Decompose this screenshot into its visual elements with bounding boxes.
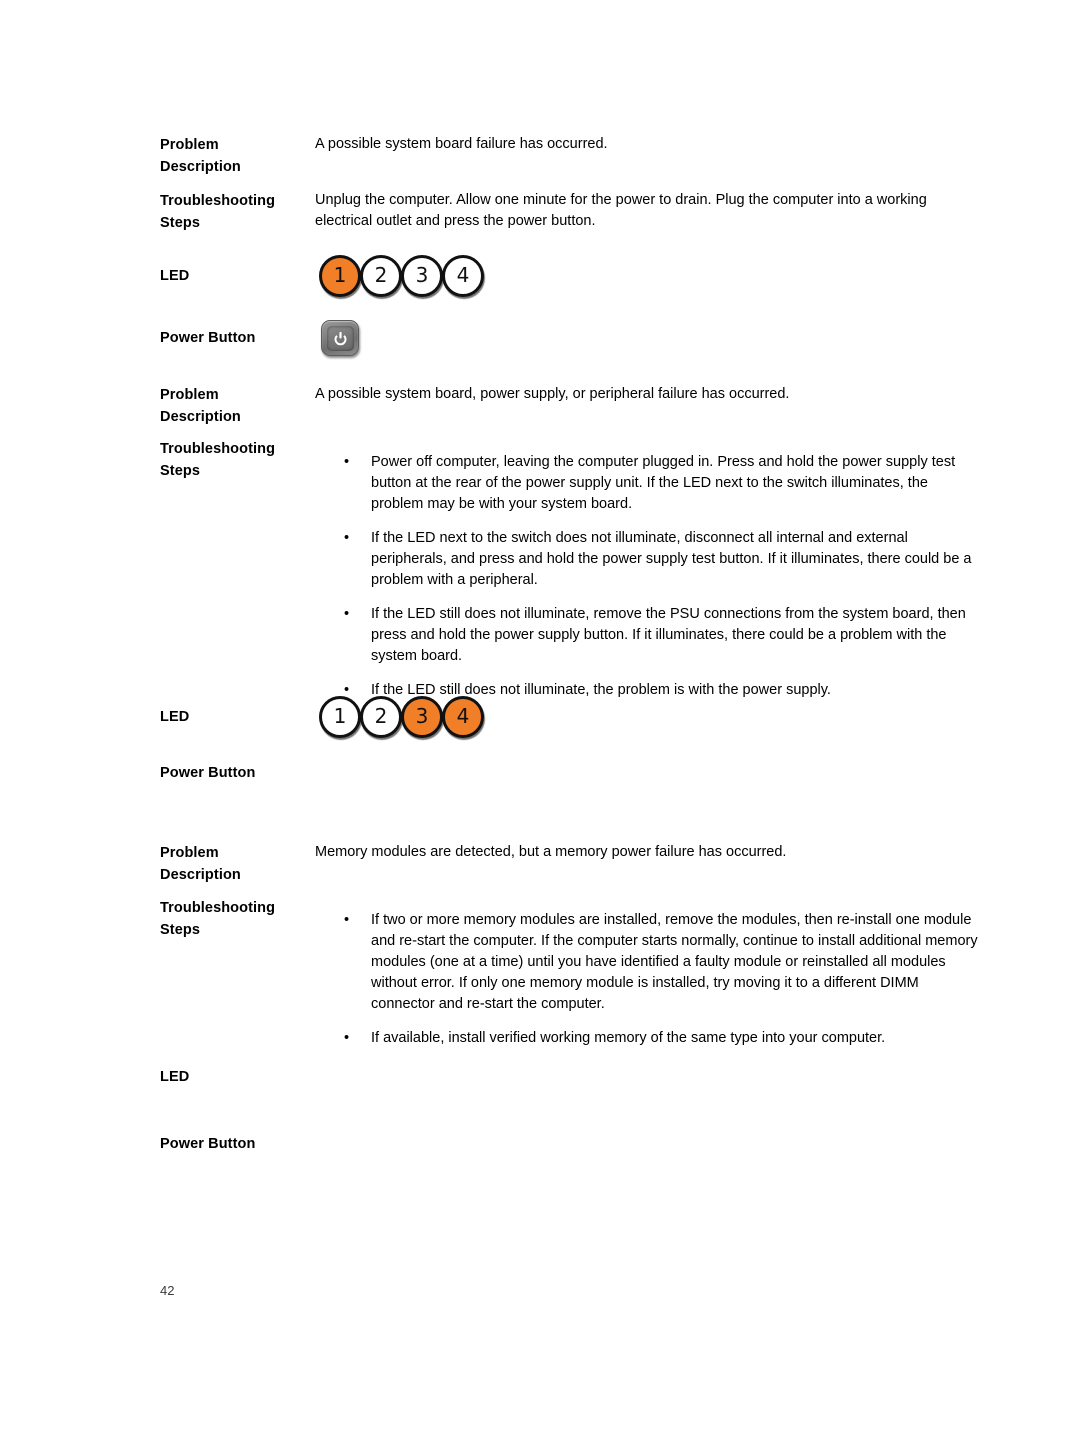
- led-light-number: 1: [333, 704, 347, 728]
- led-row-3: LED: [160, 1066, 980, 1088]
- bullet-icon: •: [344, 912, 350, 928]
- list-item: • If the LED still does not illuminate, …: [315, 604, 980, 667]
- problem-description-row-1: Problem Description A possible system bo…: [160, 134, 960, 178]
- led-light-2: 2: [360, 696, 402, 738]
- led-label-2: LED: [160, 706, 315, 728]
- troubleshooting-paragraph-1: Unplug the computer. Allow one minute fo…: [315, 192, 927, 229]
- troubleshooting-label-line1: Troubleshooting: [160, 193, 276, 209]
- troubleshooting-label-line2: Steps: [160, 463, 200, 479]
- problem-label-line1: Problem: [160, 137, 219, 153]
- list-item-text: If available, install verified working m…: [371, 1030, 886, 1046]
- problem-description-label-3: Problem Description: [160, 842, 315, 886]
- power-button-label-1: Power Button: [160, 327, 315, 349]
- troubleshooting-steps-text-3: • If two or more memory modules are inst…: [315, 897, 980, 1049]
- power-button-row-3: Power Button: [160, 1133, 980, 1155]
- led-label-text-2: LED: [160, 709, 190, 725]
- led-light-3: 3: [401, 696, 443, 738]
- troubleshooting-steps-label-1: Troubleshooting Steps: [160, 190, 315, 234]
- led-label-text-1: LED: [160, 268, 190, 284]
- power-button-label-2: Power Button: [160, 762, 315, 784]
- problem-description-text-1: A possible system board failure has occu…: [315, 134, 960, 155]
- led-light-number: 2: [374, 704, 388, 728]
- power-button-label-text-3: Power Button: [160, 1136, 256, 1152]
- led-light-2: 2: [360, 255, 402, 297]
- led-strip-2: 1 2 3 4: [319, 696, 980, 738]
- led-label-1: LED: [160, 265, 315, 287]
- problem-description-text-2: A possible system board, power supply, o…: [315, 384, 980, 405]
- power-button-graphic-1: [315, 320, 960, 356]
- troubleshooting-steps-row-2: Troubleshooting Steps • Power off comput…: [160, 438, 980, 701]
- led-light-number: 4: [456, 263, 470, 287]
- list-item-text: Power off computer, leaving the computer…: [371, 454, 956, 512]
- page-number: 42: [160, 1283, 175, 1298]
- bullet-icon: •: [344, 530, 350, 546]
- troubleshooting-label-line1: Troubleshooting: [160, 441, 276, 457]
- led-light-number: 2: [374, 263, 388, 287]
- problem-label-line2: Description: [160, 867, 241, 883]
- problem-label-line1: Problem: [160, 387, 219, 403]
- led-light-number: 1: [333, 263, 347, 287]
- led-light-4: 4: [442, 696, 484, 738]
- problem-label-line2: Description: [160, 159, 241, 175]
- document-page: Problem Description A possible system bo…: [0, 0, 1080, 1434]
- power-button-icon: [321, 320, 359, 356]
- troubleshooting-steps-row-1: Troubleshooting Steps Unplug the compute…: [160, 190, 960, 234]
- list-item-text: If the LED still does not illuminate, re…: [371, 606, 966, 664]
- led-row-1: LED 1 2 3 4: [160, 255, 960, 297]
- power-button-row-2: Power Button: [160, 762, 980, 784]
- troubleshooting-steps-row-3: Troubleshooting Steps • If two or more m…: [160, 897, 980, 1049]
- troubleshooting-steps-label-3: Troubleshooting Steps: [160, 897, 315, 941]
- led-label-text-3: LED: [160, 1069, 190, 1085]
- list-item: • Power off computer, leaving the comput…: [315, 452, 980, 515]
- led-label-3: LED: [160, 1066, 315, 1088]
- led-light-3: 3: [401, 255, 443, 297]
- power-button-label-text-1: Power Button: [160, 330, 256, 346]
- troubleshooting-bullet-list-2: • Power off computer, leaving the comput…: [315, 452, 980, 701]
- list-item: • If available, install verified working…: [315, 1028, 980, 1049]
- list-item-text: If the LED next to the switch does not i…: [371, 530, 972, 588]
- bullet-icon: •: [344, 606, 350, 622]
- problem-description-text-3: Memory modules are detected, but a memor…: [315, 842, 980, 863]
- problem-description-row-3: Problem Description Memory modules are d…: [160, 842, 980, 886]
- led-light-4: 4: [442, 255, 484, 297]
- problem-description-paragraph-2: A possible system board, power supply, o…: [315, 386, 790, 402]
- led-strip-1: 1 2 3 4: [319, 255, 960, 297]
- troubleshooting-label-line2: Steps: [160, 922, 200, 938]
- troubleshooting-steps-text-1: Unplug the computer. Allow one minute fo…: [315, 190, 960, 232]
- led-indicator-2: 1 2 3 4: [315, 696, 980, 738]
- problem-label-line2: Description: [160, 409, 241, 425]
- power-button-label-text-2: Power Button: [160, 765, 256, 781]
- problem-label-line1: Problem: [160, 845, 219, 861]
- list-item: • If the LED next to the switch does not…: [315, 528, 980, 591]
- power-button-label-3: Power Button: [160, 1133, 315, 1155]
- power-button-row-1: Power Button: [160, 320, 960, 356]
- led-light-1: 1: [319, 696, 361, 738]
- problem-description-paragraph-1: A possible system board failure has occu…: [315, 136, 608, 152]
- problem-description-row-2: Problem Description A possible system bo…: [160, 384, 980, 428]
- list-item-text: If two or more memory modules are instal…: [371, 912, 978, 1012]
- list-item: • If two or more memory modules are inst…: [315, 910, 980, 1015]
- led-row-2: LED 1 2 3 4: [160, 696, 980, 738]
- led-light-1: 1: [319, 255, 361, 297]
- problem-description-paragraph-3: Memory modules are detected, but a memor…: [315, 844, 787, 860]
- led-light-number: 4: [456, 704, 470, 728]
- problem-description-label-1: Problem Description: [160, 134, 315, 178]
- led-light-number: 3: [415, 263, 429, 287]
- led-light-number: 3: [415, 704, 429, 728]
- troubleshooting-steps-text-2: • Power off computer, leaving the comput…: [315, 438, 980, 701]
- troubleshooting-label-line2: Steps: [160, 215, 200, 231]
- problem-description-label-2: Problem Description: [160, 384, 315, 428]
- troubleshooting-label-line1: Troubleshooting: [160, 900, 276, 916]
- troubleshooting-bullet-list-3: • If two or more memory modules are inst…: [315, 910, 980, 1049]
- power-button-inner: [326, 325, 354, 351]
- bullet-icon: •: [344, 454, 350, 470]
- bullet-icon: •: [344, 1030, 350, 1046]
- led-indicator-1: 1 2 3 4: [315, 255, 960, 297]
- troubleshooting-steps-label-2: Troubleshooting Steps: [160, 438, 315, 482]
